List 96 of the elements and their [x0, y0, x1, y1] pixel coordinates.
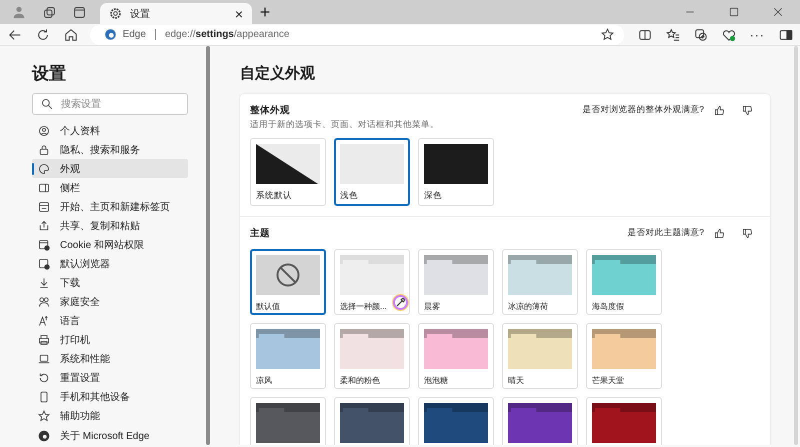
sidebar-item[interactable]: 个人资料 [32, 121, 188, 140]
section-title: 主题 [250, 226, 270, 240]
back-arrow-icon [8, 28, 22, 42]
maximize-icon [729, 7, 739, 17]
tab-title: 设置 [130, 8, 151, 20]
sidebar-item[interactable]: 打印机 [32, 330, 188, 350]
star-icon [38, 410, 50, 422]
printer-icon [38, 334, 50, 346]
theme-option[interactable] [250, 397, 326, 445]
family-icon [38, 296, 50, 308]
thumbs-down-icon [742, 104, 752, 116]
phone-icon [38, 391, 50, 404]
theme-option[interactable]: 凉风 [250, 323, 326, 389]
theme-option[interactable] [502, 397, 578, 445]
settings-title: 设置 [32, 63, 67, 84]
eyedropper-icon [395, 297, 406, 308]
thumbs-up-icon [714, 228, 724, 238]
theme-option[interactable]: 柔和的粉色 [334, 323, 410, 389]
profile-icon [38, 124, 50, 137]
browser-tab[interactable]: 设置 × [100, 3, 252, 24]
sidebar-item[interactable]: 外观 [32, 159, 188, 178]
sidebar-item[interactable]: 共享、复制和粘贴 [32, 216, 188, 236]
thumbs-up-icon [714, 104, 724, 116]
stacked-squares-icon [42, 6, 56, 18]
lock-icon [38, 144, 50, 156]
collections-icon [694, 28, 708, 42]
sidebar-item[interactable]: 关于 Microsoft Edge [32, 426, 188, 445]
search-field[interactable]: 搜索设置 [32, 93, 188, 115]
sidebar-item[interactable]: 家庭安全 [32, 292, 188, 312]
more-button[interactable]: ··· [743, 24, 772, 46]
page-title: 自定义外观 [240, 64, 316, 84]
theme-option[interactable]: 海岛度假 [586, 249, 662, 315]
theme-option[interactable] [586, 397, 662, 445]
feedback-question: 是否对此主题满意? [627, 227, 704, 239]
sidebar-item[interactable]: 辅助功能 [32, 406, 188, 426]
feedback-question: 是否对浏览器的整体外观满意? [582, 104, 704, 116]
url-text: edge://settings/appearance [164, 29, 290, 40]
sidebar-item[interactable]: 开始、主页和新建标签页 [32, 197, 188, 216]
sidebar-icon [38, 182, 50, 194]
theme-option[interactable]: 芒果天堂 [586, 323, 662, 389]
page-check-icon [38, 258, 50, 270]
sidebar-item[interactable]: 下载 [32, 274, 188, 293]
star-icon [600, 28, 614, 41]
appearance-option[interactable]: 深色 [418, 138, 494, 206]
palette-icon [38, 162, 50, 175]
theme-option[interactable]: 默认值 [250, 249, 326, 315]
theme-option[interactable]: 选择一种颜... [334, 249, 410, 315]
sidebar-item[interactable]: 系统和性能 [32, 350, 188, 369]
theme-option[interactable]: 冰凉的薄荷 [502, 249, 578, 315]
site-label: Edge [122, 29, 146, 40]
page-gear-icon [38, 238, 50, 251]
share-icon [38, 220, 50, 232]
new-tab-button[interactable]: + [252, 2, 278, 24]
prohibited-icon [274, 261, 302, 289]
download-icon [38, 277, 50, 290]
sidebar-item[interactable]: 重置设置 [32, 368, 188, 388]
appearance-option[interactable]: 系统默认 [250, 138, 326, 206]
window-icon [72, 6, 86, 18]
section-title: 整体外观 [250, 104, 290, 116]
section-description: 适用于新的选项卡、页面、对话框和其他菜单。 [250, 119, 440, 131]
address-field[interactable]: Edge edge://settings/appearance [90, 24, 624, 44]
theme-option[interactable]: 晨雾 [418, 249, 494, 315]
close-tab-button[interactable]: × [234, 6, 243, 22]
laptop-icon [38, 353, 50, 366]
person-icon [12, 5, 26, 19]
heart-check-icon [722, 28, 736, 42]
language-icon [38, 315, 50, 328]
reset-icon [38, 372, 50, 384]
theme-option[interactable]: 晴天 [502, 323, 578, 389]
split-screen-icon [638, 28, 652, 42]
theme-option[interactable]: 泡泡糖 [418, 323, 494, 389]
star-list-icon [666, 28, 680, 42]
theme-option[interactable] [334, 397, 410, 445]
gear-icon [109, 7, 122, 20]
theme-option[interactable] [418, 397, 494, 445]
sidebar-panel-icon [778, 28, 793, 42]
color-picker-button[interactable] [393, 295, 408, 310]
thumbs-down-icon [742, 228, 752, 238]
search-icon [41, 98, 53, 110]
close-icon [773, 7, 783, 17]
dark-preview [424, 144, 488, 184]
sidebar-item[interactable]: Cookie 和网站权限 [32, 235, 188, 254]
scrollbar[interactable] [206, 46, 210, 445]
scrollbar[interactable] [794, 46, 798, 445]
sidebar-item[interactable]: 语言 [32, 312, 188, 331]
sidebar-item[interactable]: 侧栏 [32, 178, 188, 198]
sidebar-item[interactable]: 手机和其他设备 [32, 388, 188, 407]
edge-logo-icon [38, 430, 50, 442]
appearance-option[interactable]: 浅色 [334, 138, 410, 206]
page-icon [38, 200, 50, 213]
edge-logo-icon [104, 28, 117, 41]
sidebar-item[interactable]: 隐私、搜索和服务 [32, 140, 188, 160]
sidebar-item[interactable]: 默认浏览器 [32, 254, 188, 274]
home-icon [64, 28, 78, 42]
refresh-icon [36, 28, 50, 42]
split-preview-drawing [256, 144, 320, 184]
